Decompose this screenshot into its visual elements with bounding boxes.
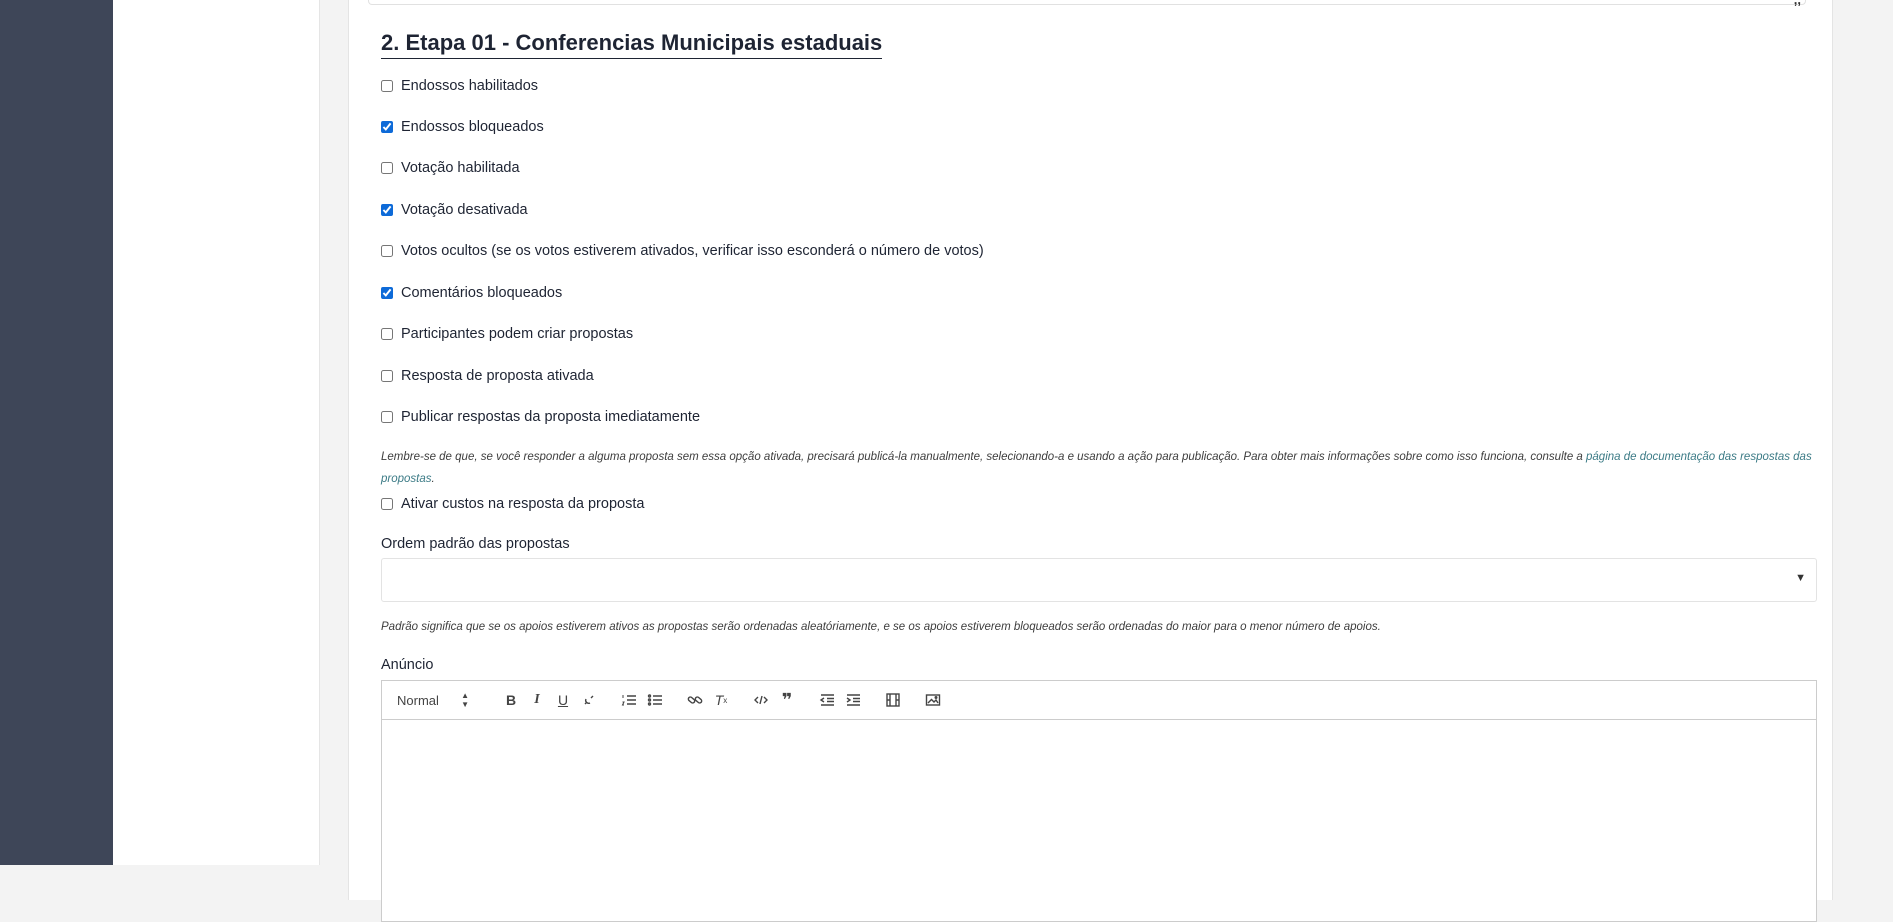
option-checkbox[interactable] xyxy=(381,328,393,340)
main-nav-rail xyxy=(0,0,113,865)
bullet-list-icon[interactable] xyxy=(646,691,664,709)
option-checkbox[interactable] xyxy=(381,162,393,174)
option-checkbox[interactable] xyxy=(381,498,393,510)
blockquote-icon[interactable]: ❞ xyxy=(778,690,796,710)
option-endorsements-enabled[interactable]: Endossos habilitados xyxy=(381,78,538,94)
option-label: Endossos habilitados xyxy=(401,78,539,94)
default-order-select[interactable]: ▼ xyxy=(381,558,1817,602)
unlink-icon[interactable] xyxy=(580,691,598,709)
italic-icon[interactable]: I xyxy=(528,691,546,709)
option-checkbox[interactable] xyxy=(381,287,393,299)
form-card: ,, 2. Etapa 01 - Conferencias Municipais… xyxy=(348,0,1833,922)
announcement-label: Anúncio xyxy=(381,657,434,673)
editor-toolbar: Normal ▲ ▼ B I U Tx ❞ xyxy=(382,681,1816,720)
option-checkbox[interactable] xyxy=(381,80,393,92)
default-order-label: Ordem padrão das propostas xyxy=(381,536,570,552)
video-icon[interactable] xyxy=(884,691,902,709)
option-comments-blocked[interactable]: Comentários bloqueados xyxy=(381,285,562,301)
option-voting-disabled[interactable]: Votação desativada xyxy=(381,202,528,218)
option-label: Resposta de proposta ativada xyxy=(401,368,594,384)
option-answers-enabled[interactable]: Resposta de proposta ativada xyxy=(381,368,594,384)
option-label: Votos ocultos (se os votos estiverem ati… xyxy=(401,243,984,259)
updown-icon: ▲ ▼ xyxy=(461,691,469,709)
option-participants-create[interactable]: Participantes podem criar propostas xyxy=(381,326,633,342)
option-checkbox[interactable] xyxy=(381,370,393,382)
announcement-editor[interactable]: Normal ▲ ▼ B I U Tx ❞ xyxy=(381,680,1817,922)
option-checkbox[interactable] xyxy=(381,121,393,133)
clear-format-icon[interactable]: Tx xyxy=(712,691,730,709)
option-voting-enabled[interactable]: Votação habilitada xyxy=(381,160,520,176)
default-order-help: Padrão significa que se os apoios estive… xyxy=(381,621,1381,633)
option-publish-answers[interactable]: Publicar respostas da proposta imediatam… xyxy=(381,409,700,425)
option-endorsements-blocked[interactable]: Endossos bloqueados xyxy=(381,119,544,135)
indent-icon[interactable] xyxy=(844,691,862,709)
publish-help-body: Lembre-se de que, se você responder a al… xyxy=(381,451,1587,463)
option-costs-enabled[interactable]: Ativar custos na resposta da proposta xyxy=(381,496,644,512)
previous-editor-bottom: ,, xyxy=(368,0,1806,7)
secondary-sidebar xyxy=(113,0,320,865)
option-label: Endossos bloqueados xyxy=(401,119,544,135)
bold-icon[interactable]: B xyxy=(502,691,520,709)
option-checkbox[interactable] xyxy=(381,245,393,257)
option-label: Votação habilitada xyxy=(401,160,520,176)
option-label: Comentários bloqueados xyxy=(401,285,563,301)
code-icon[interactable] xyxy=(752,691,770,709)
format-label: Normal xyxy=(397,692,439,708)
option-label: Publicar respostas da proposta imediatam… xyxy=(401,409,701,425)
content-gutter xyxy=(320,0,348,865)
option-label: Participantes podem criar propostas xyxy=(401,326,634,342)
resize-handle-icon[interactable]: ,, xyxy=(1794,0,1801,7)
option-label: Ativar custos na resposta da proposta xyxy=(401,496,645,512)
image-icon[interactable] xyxy=(924,691,942,709)
chevron-down-icon: ▼ xyxy=(1795,572,1806,584)
option-votes-hidden[interactable]: Votos ocultos (se os votos estiverem ati… xyxy=(381,243,984,259)
format-dropdown[interactable]: Normal ▲ ▼ xyxy=(397,691,477,709)
section-title: 2. Etapa 01 - Conferencias Municipais es… xyxy=(381,30,883,59)
option-label: Votação desativada xyxy=(401,202,528,218)
publish-help-suffix: . xyxy=(431,473,435,485)
option-checkbox[interactable] xyxy=(381,204,393,216)
ordered-list-icon[interactable] xyxy=(620,691,638,709)
underline-icon[interactable]: U xyxy=(554,691,572,709)
link-icon[interactable] xyxy=(686,691,704,709)
option-checkbox[interactable] xyxy=(381,411,393,423)
publish-help-text: Lembre-se de que, se você responder a al… xyxy=(381,446,1821,490)
outdent-icon[interactable] xyxy=(818,691,836,709)
